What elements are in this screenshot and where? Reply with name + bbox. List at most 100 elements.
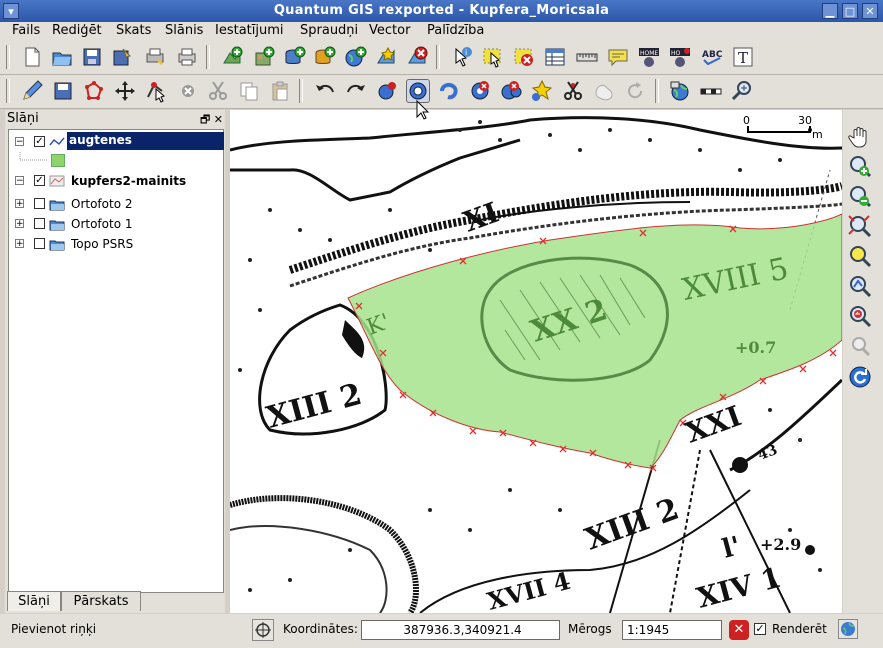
home-icon[interactable]: HOME [637, 45, 661, 69]
zoom-next-icon[interactable] [847, 334, 873, 360]
add-postgis-layer-icon[interactable] [282, 45, 306, 69]
home-alt-icon[interactable]: HO [668, 45, 692, 69]
menu-file[interactable]: Fails [12, 23, 40, 38]
close-icon[interactable]: ✕ [862, 3, 878, 19]
toggle-editing-icon[interactable] [20, 79, 44, 103]
layer-visibility-checkbox[interactable] [34, 198, 45, 209]
layer-name[interactable]: Ortofoto 2 [71, 197, 133, 211]
zoom-to-layer-icon[interactable] [847, 274, 873, 300]
layer-row-augtenes[interactable]: − ✓ augtenes [9, 132, 224, 152]
menu-plugins[interactable]: Spraudņi [300, 23, 358, 38]
coordinate-capture-icon[interactable] [252, 619, 274, 641]
scale-bar-icon[interactable] [699, 79, 723, 103]
refresh-icon[interactable] [847, 364, 873, 390]
print-icon[interactable] [175, 45, 199, 69]
tab-overview[interactable]: Pārskats [61, 591, 141, 611]
float-panel-icon[interactable]: 🗗 [200, 113, 210, 126]
layer-name[interactable]: kupfers2-mainits [71, 174, 186, 188]
reshape-features-icon[interactable] [530, 79, 554, 103]
gps-icon[interactable] [668, 79, 692, 103]
map-label: l' [719, 531, 744, 565]
move-feature-icon[interactable] [113, 79, 137, 103]
add-vector-layer-icon[interactable] [220, 45, 244, 69]
zoom-tool-icon[interactable] [730, 79, 754, 103]
zoom-to-selection-icon[interactable] [847, 244, 873, 270]
capture-polygon-icon[interactable] [82, 79, 106, 103]
layer-name[interactable]: Ortofoto 1 [71, 217, 133, 231]
layer-name[interactable]: augtenes [67, 132, 224, 150]
pan-icon[interactable] [847, 124, 873, 150]
print-composer-icon[interactable] [143, 45, 167, 69]
new-project-icon[interactable] [20, 45, 44, 69]
select-features-icon[interactable] [481, 45, 505, 69]
projection-icon[interactable] [838, 619, 858, 639]
map-label: +2.9 [760, 535, 801, 554]
menu-help[interactable]: Palīdzība [427, 23, 484, 38]
map-canvas[interactable]: XI XVIII 5 XX 2 K' +0.7 XIII 2 XXI 43 XI… [230, 110, 842, 613]
spell-check-icon[interactable]: ABC [700, 45, 724, 69]
add-wms-layer-icon[interactable] [343, 45, 367, 69]
delete-part-icon[interactable] [499, 79, 523, 103]
attribute-table-icon[interactable] [543, 45, 567, 69]
menu-edit[interactable]: Rediģēt [52, 23, 102, 38]
node-tool-icon[interactable] [144, 79, 168, 103]
close-panel-icon[interactable]: ✕ [214, 113, 223, 126]
minimize-icon[interactable]: ▁ [822, 3, 838, 19]
render-checkbox[interactable]: ✓ [754, 623, 766, 635]
layer-row-kupfers2-mainits[interactable]: − ✓ kupfers2-mainits [9, 171, 223, 191]
redo-icon[interactable] [344, 79, 368, 103]
copy-features-icon[interactable] [237, 79, 261, 103]
expand-icon[interactable]: + [15, 219, 24, 229]
layer-visibility-checkbox[interactable] [34, 218, 45, 229]
menu-settings[interactable]: Iestatījumi [215, 23, 284, 38]
save-edits-icon[interactable] [51, 79, 75, 103]
paste-features-icon[interactable] [268, 79, 292, 103]
new-vector-layer-icon[interactable] [374, 45, 398, 69]
save-project-as-icon[interactable] [110, 45, 134, 69]
add-part-icon[interactable] [437, 79, 461, 103]
text-annotation-icon[interactable]: T [731, 45, 755, 69]
menu-layer[interactable]: Slānis [165, 23, 203, 38]
tab-layers[interactable]: Slāņi [7, 591, 61, 611]
collapse-icon[interactable]: − [15, 176, 24, 186]
open-project-icon[interactable] [50, 45, 74, 69]
layer-row-ortofoto-2[interactable]: + Ortofoto 2 [9, 194, 223, 214]
delete-selected-icon[interactable] [176, 79, 200, 103]
zoom-in-icon[interactable] [847, 154, 873, 180]
status-bar: Pievienot riņķi Koordinātes: 387936.3,34… [0, 614, 883, 648]
save-project-icon[interactable] [80, 45, 104, 69]
expand-icon[interactable]: + [15, 239, 24, 249]
maximize-icon[interactable]: □ [842, 3, 858, 19]
cut-features-icon[interactable] [206, 79, 230, 103]
collapse-icon[interactable]: − [15, 137, 24, 147]
identify-icon[interactable]: i [450, 45, 474, 69]
remove-layer-icon[interactable] [405, 45, 429, 69]
expand-icon[interactable]: + [15, 199, 24, 209]
layer-name[interactable]: Topo PSRS [71, 237, 133, 251]
coordinates-field[interactable]: 387936.3,340921.4 [361, 620, 560, 640]
merge-features-icon[interactable] [592, 79, 616, 103]
zoom-last-icon[interactable] [847, 304, 873, 330]
split-features-icon[interactable] [561, 79, 585, 103]
layer-visibility-checkbox[interactable]: ✓ [34, 175, 45, 186]
add-spatialite-layer-icon[interactable] [312, 45, 336, 69]
delete-ring-icon[interactable] [468, 79, 492, 103]
scale-field[interactable]: 1:1945 [622, 620, 722, 640]
menu-view[interactable]: Skats [116, 23, 151, 38]
zoom-full-icon[interactable] [847, 214, 873, 240]
layer-visibility-checkbox[interactable] [34, 238, 45, 249]
layer-tree[interactable]: − ✓ augtenes − ✓ kupfers2-mainits + Orto… [8, 129, 224, 593]
stop-render-icon[interactable]: ✕ [729, 620, 749, 640]
undo-icon[interactable] [313, 79, 337, 103]
layer-row-topo-psrs[interactable]: + Topo PSRS [9, 234, 223, 254]
measure-line-icon[interactable] [575, 45, 599, 69]
simplify-feature-icon[interactable] [375, 79, 399, 103]
deselect-icon[interactable] [512, 45, 536, 69]
menu-vector[interactable]: Vector [369, 23, 410, 38]
layer-row-ortofoto-1[interactable]: + Ortofoto 1 [9, 214, 223, 234]
add-raster-layer-icon[interactable] [252, 45, 276, 69]
zoom-out-icon[interactable] [847, 184, 873, 210]
rotate-icon[interactable] [623, 79, 647, 103]
map-tips-icon[interactable] [606, 45, 630, 69]
layer-visibility-checkbox[interactable]: ✓ [34, 136, 45, 147]
